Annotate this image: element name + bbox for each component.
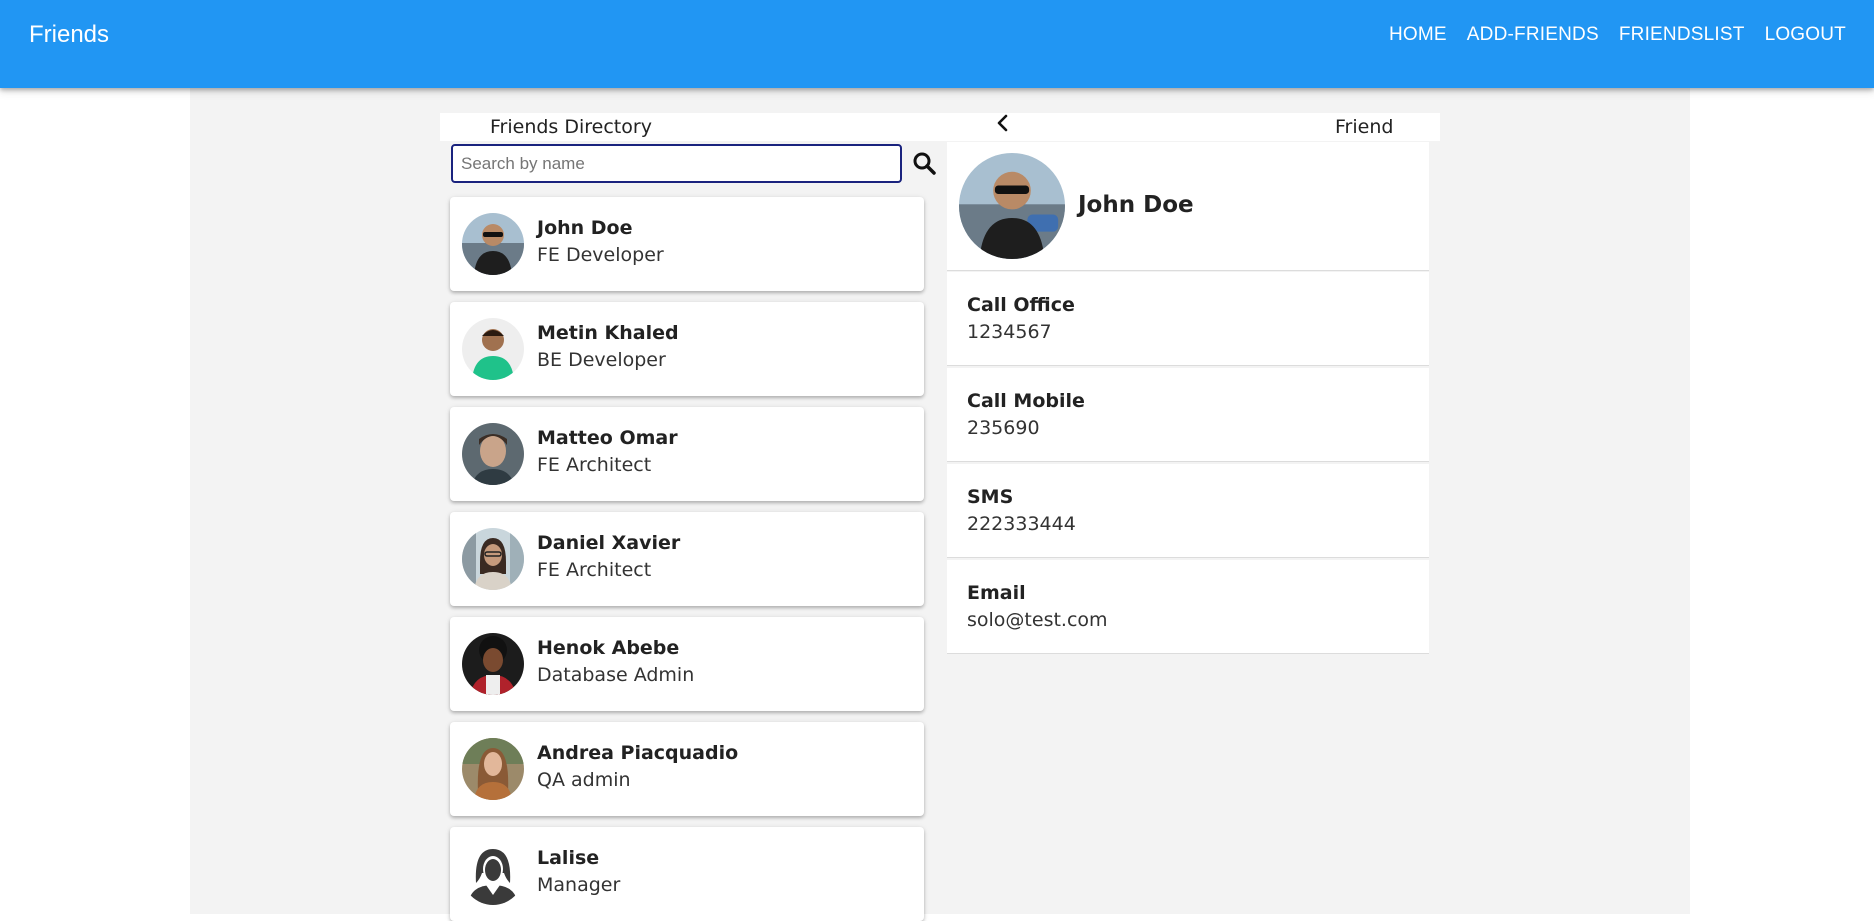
contact-email[interactable]: Email solo@test.com (947, 560, 1429, 654)
avatar (959, 153, 1065, 259)
nav-home-link[interactable]: HOME (1389, 24, 1447, 46)
contact-call-mobile[interactable]: Call Mobile 235690 (947, 368, 1429, 462)
friend-name: Andrea Piacquadio (537, 742, 739, 764)
friend-name: John Doe (537, 217, 633, 239)
friend-card[interactable]: John Doe FE Developer (450, 197, 924, 291)
friend-role: Database Admin (537, 664, 695, 686)
app-title: Friends (29, 21, 110, 48)
nav-friendslist-link[interactable]: FRIENDSLIST (1619, 24, 1745, 46)
nav-logout-link[interactable]: LOGOUT (1765, 24, 1846, 46)
search-icon[interactable] (912, 151, 936, 175)
friend-card[interactable]: Daniel Xavier FE Architect (450, 512, 924, 606)
friend-name: Henok Abebe (537, 637, 680, 659)
contact-sms[interactable]: SMS 222333444 (947, 464, 1429, 558)
friend-card[interactable]: Henok Abebe Database Admin (450, 617, 924, 711)
contact-value: 235690 (967, 417, 1040, 439)
top-nav: HOME ADD-FRIENDS FRIENDSLIST LOGOUT (1389, 24, 1846, 46)
friend-card[interactable]: Metin Khaled BE Developer (450, 302, 924, 396)
contact-value: 222333444 (967, 513, 1076, 535)
contact-label: Email (967, 582, 1026, 604)
chevron-left-icon[interactable] (993, 113, 1013, 133)
contact-value: solo@test.com (967, 609, 1108, 631)
friend-role: BE Developer (537, 349, 666, 371)
search-input[interactable] (451, 144, 902, 183)
friend-role: FE Architect (537, 454, 652, 476)
friend-name: Daniel Xavier (537, 532, 681, 554)
directory-title: Friends Directory (490, 116, 652, 138)
avatar (462, 633, 524, 695)
avatar (462, 318, 524, 380)
contact-label: Call Mobile (967, 390, 1085, 412)
detail-header: Friend (1335, 116, 1394, 138)
contact-label: SMS (967, 486, 1014, 508)
friend-name: Lalise (537, 847, 600, 869)
friend-role: Manager (537, 874, 621, 896)
friend-card[interactable]: Matteo Omar FE Architect (450, 407, 924, 501)
avatar (462, 528, 524, 590)
profile-card: John Doe (947, 142, 1429, 271)
friend-card[interactable]: Lalise Manager (450, 827, 924, 921)
avatar (462, 423, 524, 485)
avatar (462, 738, 524, 800)
avatar (462, 213, 524, 275)
nav-add-friends-link[interactable]: ADD-FRIENDS (1467, 24, 1599, 46)
friend-role: FE Developer (537, 244, 664, 266)
app-bar: Friends HOME ADD-FRIENDS FRIENDSLIST LOG… (0, 0, 1874, 88)
friend-name: Metin Khaled (537, 322, 679, 344)
profile-name: John Doe (1078, 192, 1194, 218)
friend-role: FE Architect (537, 559, 652, 581)
friend-card[interactable]: Andrea Piacquadio QA admin (450, 722, 924, 816)
woman-silhouette-icon (462, 843, 524, 905)
contact-label: Call Office (967, 294, 1075, 316)
friend-role: QA admin (537, 769, 631, 791)
friend-name: Matteo Omar (537, 427, 678, 449)
contact-value: 1234567 (967, 321, 1052, 343)
contact-call-office[interactable]: Call Office 1234567 (947, 272, 1429, 366)
